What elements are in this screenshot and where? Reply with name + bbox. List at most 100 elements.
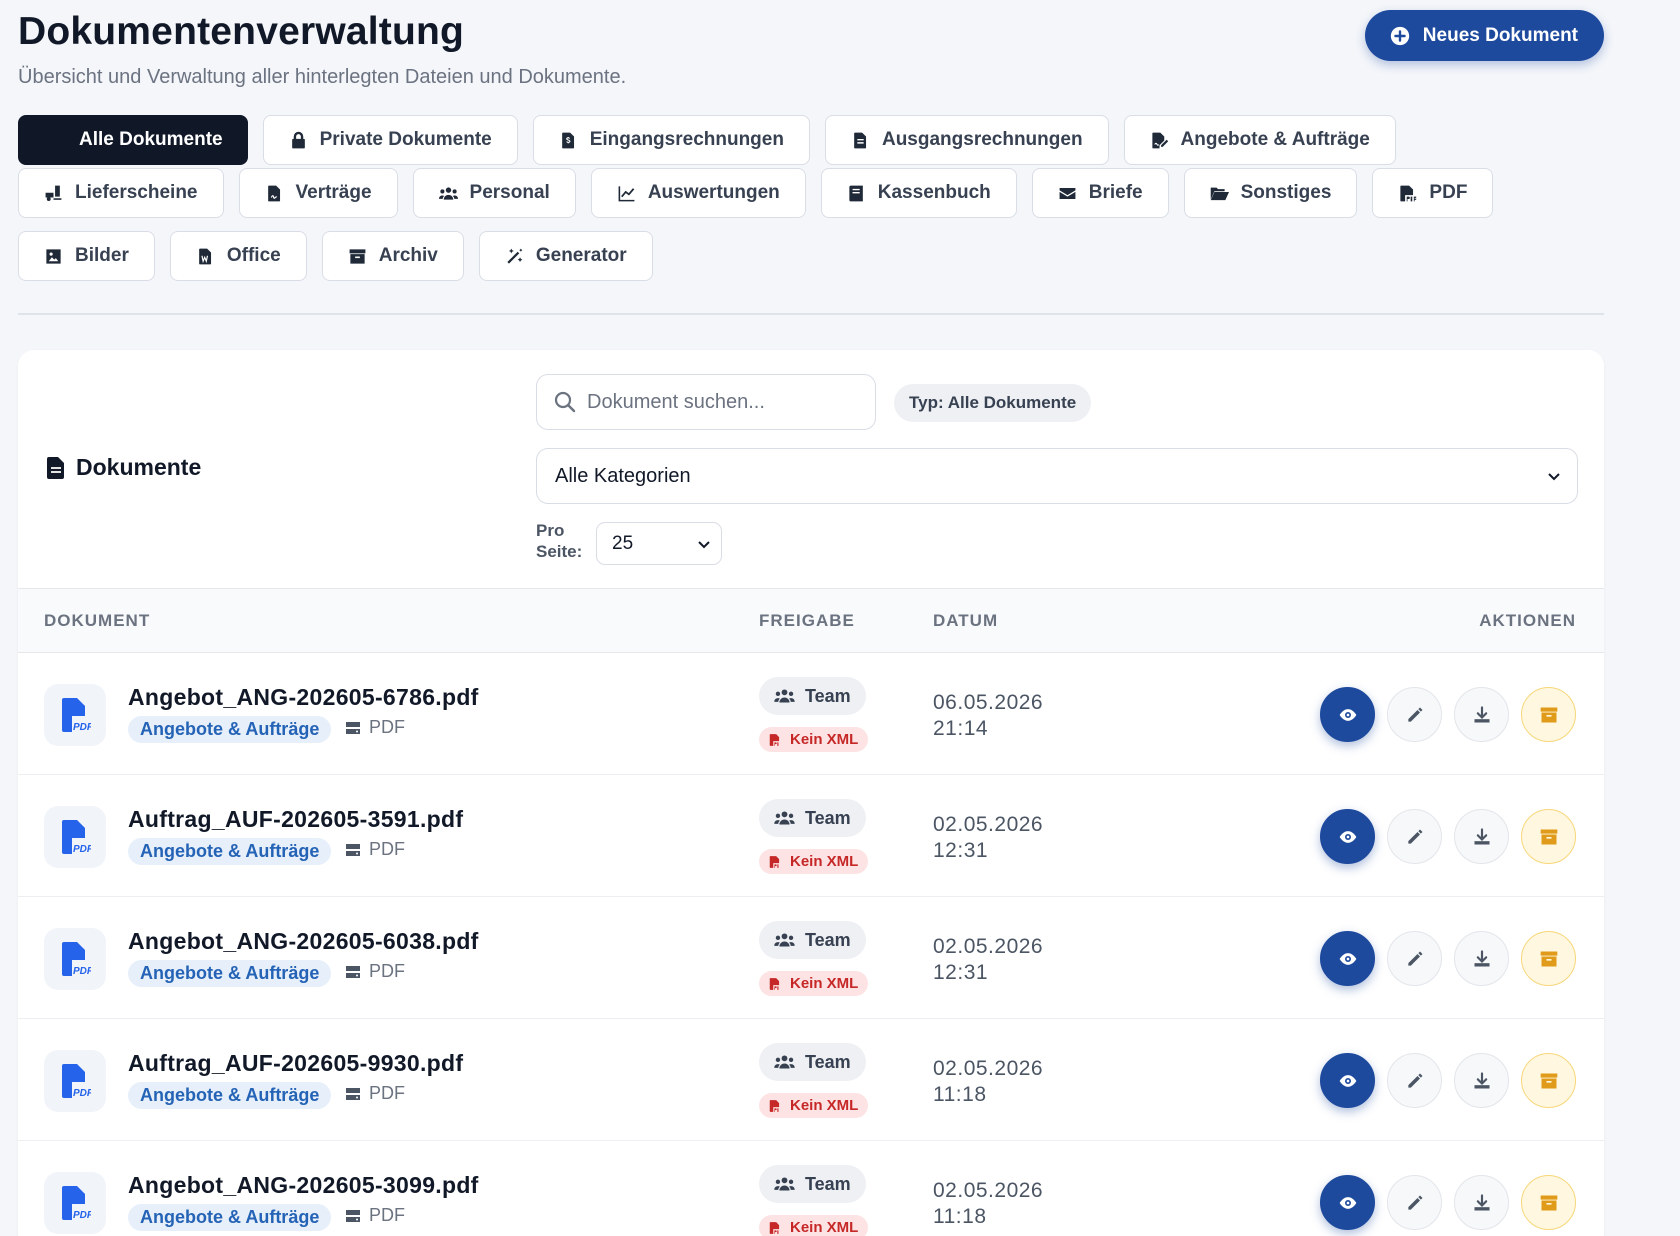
archive-button[interactable] [1521,809,1576,864]
file-type: PDF [345,717,405,738]
column-header-share: FREIGABE [759,611,855,630]
category-chip-generator[interactable]: Generator [478,231,653,281]
row-actions [1320,1175,1576,1230]
category-chip-office[interactable]: Office [169,231,307,281]
search-field[interactable] [536,374,876,430]
card-title: Dokumente [46,454,201,481]
edit-button[interactable] [1387,809,1442,864]
download-button[interactable] [1454,931,1509,986]
category-chip-vertraege[interactable]: Verträge [238,168,398,218]
category-row-1: Alle Dokumente Private Dokumente Eingang… [18,115,1396,165]
file-type-label: PDF [369,717,405,737]
file-name[interactable]: Angebot_ANG-202605-6786.pdf [128,684,479,711]
column-header-date: DATUM [933,611,999,630]
edit-button[interactable] [1387,687,1442,742]
xml-status-label: Kein XML [790,975,859,992]
xml-status-badge: Kein XML [759,971,869,996]
view-button[interactable] [1320,687,1375,742]
download-icon [1474,827,1489,844]
view-button[interactable] [1320,1053,1375,1108]
pdf-file-icon: PDF [44,1050,106,1112]
file-name[interactable]: Angebot_ANG-202605-3099.pdf [128,1172,479,1199]
category-chip-lieferscheine[interactable]: Lieferscheine [18,168,224,218]
download-button[interactable] [1454,1175,1509,1230]
edit-button[interactable] [1387,1175,1442,1230]
documents-card: Dokumente Typ: Alle Dokumente Alle Kateg… [18,350,1604,1236]
xml-status-badge: Kein XML [759,1093,869,1118]
edit-button[interactable] [1387,931,1442,986]
file-type-label: PDF [369,1083,405,1103]
category-select[interactable]: Alle Kategorien [536,448,1578,504]
file-pdf-icon [1400,185,1417,201]
share-label: Team [805,1173,851,1194]
category-badge: Angebote & Aufträge [128,1204,332,1231]
category-chip-eingangsrechnungen[interactable]: Eingangsrechnungen [532,115,810,165]
table-row[interactable]: PDF Auftrag_AUF-202605-3591.pdf Angebote… [18,775,1604,897]
table-row[interactable]: PDF Angebot_ANG-202605-3099.pdf Angebote… [18,1141,1604,1236]
archive-button[interactable] [1521,931,1576,986]
archive-button[interactable] [1521,1175,1576,1230]
archive-button[interactable] [1521,687,1576,742]
download-button[interactable] [1454,687,1509,742]
category-badge: Angebote & Aufträge [128,716,332,743]
category-chip-alle-dokumente[interactable]: Alle Dokumente [18,115,248,165]
edit-button[interactable] [1387,1053,1442,1108]
new-document-button[interactable]: Neues Dokument [1364,10,1604,61]
date: 02.05.2026 [933,1179,1044,1202]
download-icon [1474,1193,1489,1210]
archive-icon [1540,1195,1557,1210]
view-button[interactable] [1320,809,1375,864]
share-badge: Team [759,1043,866,1081]
category-chip-label: Auswertungen [647,182,780,203]
users-icon [774,1177,795,1191]
category-chip-auswertungen[interactable]: Auswertungen [590,168,806,218]
category-chip-archiv[interactable]: Archiv [321,231,464,281]
truck-loading-icon [45,185,62,201]
share-badge: Team [759,1165,866,1203]
date-cell: 06.05.2026 21:14 [933,690,1043,742]
category-chip-private-dokumente[interactable]: Private Dokumente [262,115,518,165]
category-chip-sonstiges[interactable]: Sonstiges [1183,168,1358,218]
category-chip-bilder[interactable]: Bilder [18,231,155,281]
table-row[interactable]: PDF Angebot_ANG-202605-6786.pdf Angebote… [18,653,1604,775]
search-input[interactable] [587,390,857,414]
chart-line-icon [618,185,635,201]
file-name[interactable]: Auftrag_AUF-202605-3591.pdf [128,806,463,833]
file-type: PDF [345,961,405,982]
file-name[interactable]: Angebot_ANG-202605-6038.pdf [128,928,479,955]
download-button[interactable] [1454,1053,1509,1108]
file-name[interactable]: Auftrag_AUF-202605-9930.pdf [128,1050,463,1077]
invoice-icon [854,132,867,148]
image-icon [46,248,61,264]
table-row[interactable]: PDF Angebot_ANG-202605-6038.pdf Angebote… [18,897,1604,1019]
category-chip-ausgangsrechnungen[interactable]: Ausgangsrechnungen [824,115,1109,165]
pencil-icon [1407,707,1422,722]
view-button[interactable] [1320,1175,1375,1230]
category-chip-pdf[interactable]: PDF [1372,168,1494,218]
category-chip-kassenbuch[interactable]: Kassenbuch [820,168,1017,218]
file-word-icon [199,248,211,264]
table-row[interactable]: PDF Auftrag_AUF-202605-9930.pdf Angebote… [18,1019,1604,1141]
share-label: Team [805,929,851,950]
table-header: DOKUMENT FREIGABE DATUM AKTIONEN [18,588,1604,653]
type-filter-badge[interactable]: Typ: Alle Dokumente [894,384,1092,422]
category-chip-angebote-auftraege[interactable]: Angebote & Aufträge [1123,115,1396,165]
table-body: PDF Angebot_ANG-202605-6786.pdf Angebote… [18,653,1604,1236]
eye-icon [1339,1074,1356,1087]
svg-text:PDF: PDF [73,1210,91,1221]
download-button[interactable] [1454,809,1509,864]
download-icon [1474,705,1489,722]
view-button[interactable] [1320,931,1375,986]
xml-status-label: Kein XML [790,853,859,870]
file-type-label: PDF [369,1205,405,1225]
category-chip-briefe[interactable]: Briefe [1031,168,1169,218]
category-chip-label: Verträge [295,182,372,203]
new-document-label: Neues Dokument [1422,24,1578,46]
category-chip-personal[interactable]: Personal [412,168,576,218]
time: 12:31 [933,839,989,862]
users-icon [774,689,795,703]
date: 06.05.2026 [933,691,1044,714]
per-page-select[interactable]: 25 [596,522,722,565]
archive-button[interactable] [1521,1053,1576,1108]
hard-drive-icon [346,843,360,856]
